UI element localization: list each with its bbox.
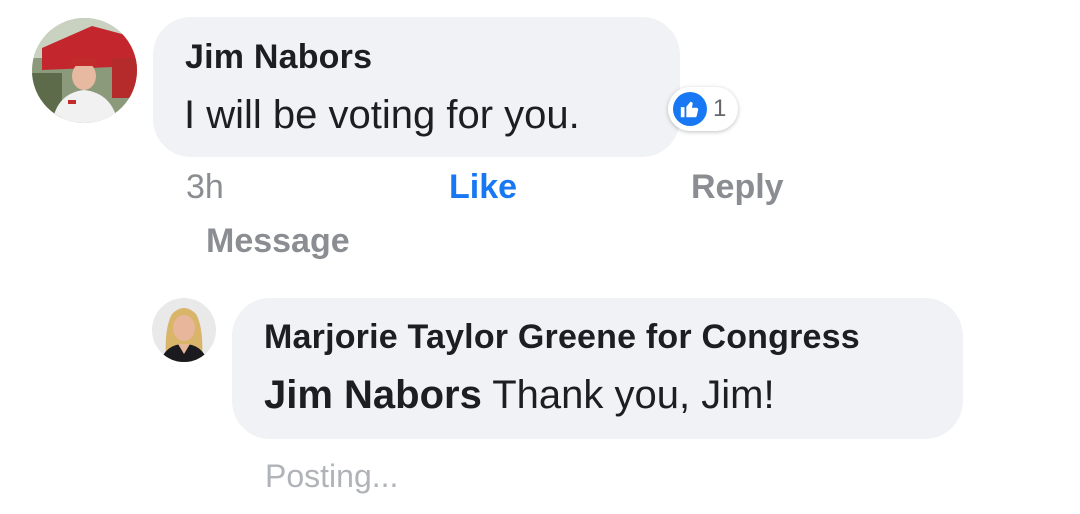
comment-thread: Jim Nabors I will be voting for you. 1 3… bbox=[0, 0, 1080, 514]
mention-link[interactable]: Jim Nabors bbox=[264, 373, 482, 417]
posting-status: Posting... bbox=[265, 458, 399, 494]
message-button[interactable]: Message bbox=[206, 222, 350, 261]
thumbs-up-icon bbox=[673, 92, 707, 126]
reply-text-line: Jim Nabors Thank you, Jim! bbox=[264, 373, 775, 418]
like-button[interactable]: Like bbox=[449, 168, 517, 207]
comment-timestamp[interactable]: 3h bbox=[186, 168, 224, 207]
avatar-jim-nabors[interactable] bbox=[32, 18, 137, 123]
reply-button[interactable]: Reply bbox=[691, 168, 784, 207]
reply-text: Thank you, Jim! bbox=[481, 373, 775, 417]
reply-bubble: Marjorie Taylor Greene for Congress Jim … bbox=[232, 298, 963, 439]
reactions-summary[interactable]: 1 bbox=[668, 87, 739, 131]
avatar-marjorie-taylor-greene[interactable] bbox=[152, 298, 216, 362]
comment-bubble: Jim Nabors I will be voting for you. bbox=[153, 17, 680, 157]
comment-text: I will be voting for you. bbox=[184, 93, 580, 137]
profile-photo-icon bbox=[32, 18, 137, 123]
reply-author-name[interactable]: Marjorie Taylor Greene for Congress bbox=[264, 318, 860, 357]
profile-photo-icon bbox=[152, 298, 216, 362]
comment-author-name[interactable]: Jim Nabors bbox=[185, 38, 372, 77]
reaction-count: 1 bbox=[713, 95, 727, 122]
